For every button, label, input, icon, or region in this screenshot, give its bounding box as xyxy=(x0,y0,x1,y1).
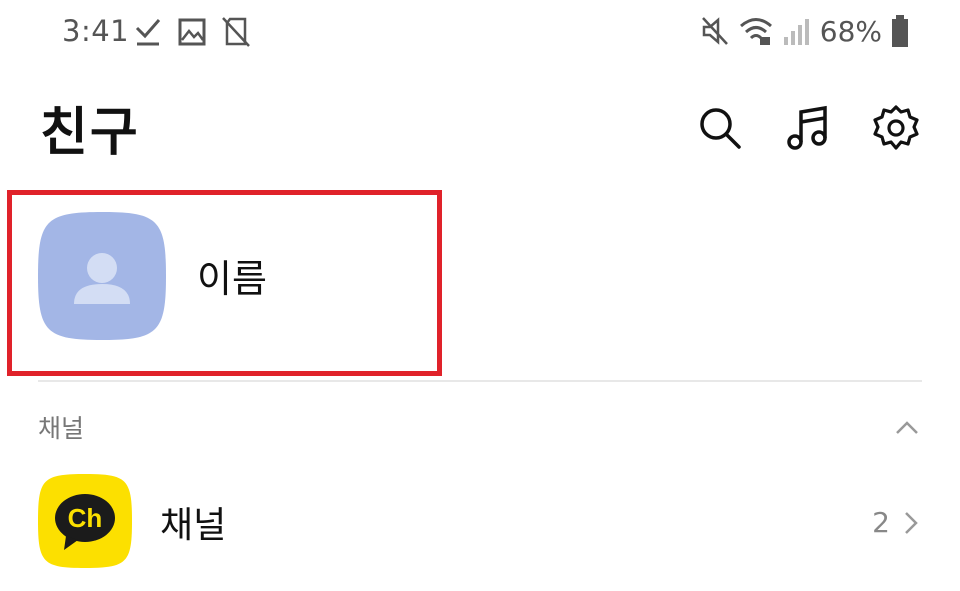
channels-section-header[interactable]: 채널 xyxy=(0,395,960,455)
check-icon xyxy=(133,16,163,48)
image-icon xyxy=(177,16,207,48)
battery-icon xyxy=(890,14,910,48)
status-time: 3:41 xyxy=(62,14,130,48)
settings-gear-icon[interactable] xyxy=(872,104,920,152)
channel-icon: Ch xyxy=(38,474,132,568)
section-title: 채널 xyxy=(38,414,85,443)
profile-name: 이름 xyxy=(197,257,267,301)
no-sim-icon xyxy=(221,16,251,48)
chevron-right-icon xyxy=(900,510,922,536)
channel-icon-text: Ch xyxy=(68,503,103,533)
battery-percent: 68% xyxy=(819,14,882,48)
search-icon[interactable] xyxy=(696,104,744,152)
my-profile-row[interactable]: 이름 xyxy=(0,190,960,376)
status-right: 68% xyxy=(700,14,910,48)
wifi-icon xyxy=(738,15,774,47)
channel-count: 2 xyxy=(872,506,890,539)
mute-icon xyxy=(700,15,730,47)
page-title: 친구 xyxy=(40,103,140,163)
channel-list-item[interactable]: Ch 채널 2 xyxy=(0,470,960,570)
music-note-icon[interactable] xyxy=(784,104,832,152)
header-actions xyxy=(696,104,920,152)
signal-icon xyxy=(782,15,812,47)
chevron-up-icon[interactable] xyxy=(894,415,920,441)
channel-label: 채널 xyxy=(160,505,227,546)
status-left-icons xyxy=(133,16,251,48)
status-bar: 3:41 68% xyxy=(0,0,960,66)
divider xyxy=(38,380,922,382)
avatar[interactable] xyxy=(38,212,166,340)
